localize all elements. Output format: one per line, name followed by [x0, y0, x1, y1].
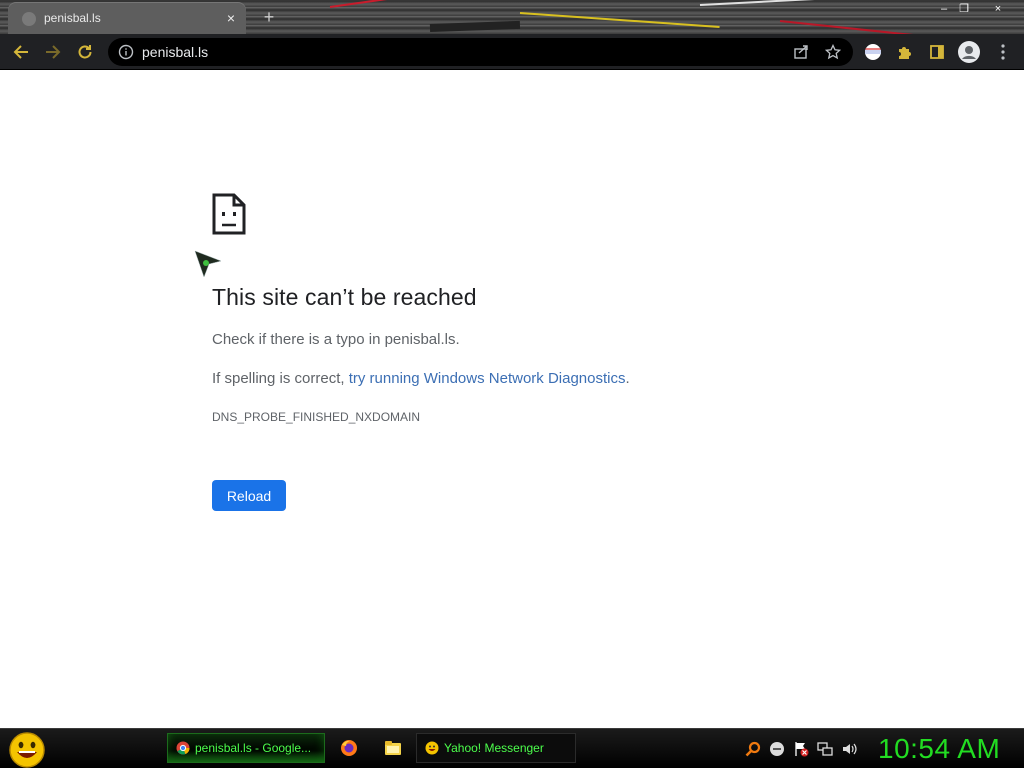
tab-close-icon[interactable]: ×	[222, 9, 240, 27]
tab-favicon-icon	[22, 12, 36, 26]
reload-icon[interactable]	[74, 41, 96, 63]
browser-toolbar: penisbal.ls	[0, 34, 1024, 70]
sad-page-icon	[212, 193, 246, 235]
error-code: DNS_PROBE_FINISHED_NXDOMAIN	[212, 410, 421, 424]
diagnostics-hint: If spelling is correct, try running Wind…	[212, 370, 630, 387]
wallpaper-decoration	[329, 0, 449, 8]
typo-hint: Check if there is a typo in penisbal.ls.	[212, 331, 460, 348]
new-tab-button[interactable]: +	[258, 6, 280, 28]
taskbar-item-label: penisbal.ls - Google...	[195, 741, 312, 755]
forward-arrow-icon[interactable]	[42, 41, 64, 63]
diagnostics-suffix: .	[625, 370, 630, 387]
side-panel-icon[interactable]	[926, 41, 948, 63]
tab-title: penisbal.ls	[44, 11, 101, 25]
close-window-button[interactable]: ×	[990, 2, 1006, 16]
url-text: penisbal.ls	[142, 44, 209, 60]
bookmark-star-icon[interactable]	[822, 41, 844, 63]
menu-kebab-icon[interactable]	[992, 41, 1014, 63]
network-icon[interactable]	[817, 741, 833, 757]
folder-icon[interactable]	[384, 739, 402, 757]
wallpaper-decoration	[429, 20, 521, 32]
taskbar-item-chrome[interactable]: penisbal.ls - Google...	[167, 733, 325, 763]
taskbar-item-label: Yahoo! Messenger	[444, 741, 544, 755]
diagnostics-prefix: If spelling is correct,	[212, 370, 349, 387]
reload-button[interactable]: Reload	[212, 480, 286, 511]
profile-extension-icon[interactable]	[862, 41, 884, 63]
flag-icon[interactable]	[793, 741, 809, 757]
chrome-icon	[176, 741, 190, 755]
minimize-button[interactable]: –	[936, 2, 952, 16]
account-avatar-icon[interactable]	[958, 41, 980, 63]
wallpaper-decoration	[699, 0, 860, 6]
tab-strip: penisbal.ls × + – ❐ ×	[0, 0, 1024, 34]
mouse-cursor-icon	[194, 250, 222, 278]
volume-icon[interactable]	[841, 741, 857, 757]
error-heading: This site can’t be reached	[212, 284, 477, 310]
start-smiley-icon[interactable]	[8, 731, 46, 769]
messenger-status-icon[interactable]	[769, 741, 785, 757]
firefox-icon[interactable]	[340, 739, 358, 757]
address-bar[interactable]: penisbal.ls	[108, 38, 853, 66]
system-clock[interactable]: 10:54 AM	[878, 733, 1000, 765]
taskbar-item-yahoo-messenger[interactable]: Yahoo! Messenger	[416, 733, 576, 763]
taskbar: penisbal.ls - Google... Yahoo! Messenger…	[0, 728, 1024, 768]
tab-penisbal[interactable]: penisbal.ls ×	[8, 2, 246, 34]
wallpaper-decoration	[519, 12, 720, 28]
error-page: This site can’t be reached Check if ther…	[0, 71, 1024, 728]
back-arrow-icon[interactable]	[10, 41, 32, 63]
site-info-icon[interactable]	[118, 44, 134, 60]
wallpaper-decoration	[779, 20, 920, 34]
share-icon[interactable]	[790, 41, 812, 63]
network-diagnostics-link[interactable]: try running Windows Network Diagnostics	[349, 370, 626, 387]
yahoo-messenger-icon	[425, 741, 439, 755]
search-icon[interactable]	[745, 741, 761, 757]
maximize-button[interactable]: ❐	[956, 2, 972, 16]
extensions-puzzle-icon[interactable]	[894, 41, 916, 63]
